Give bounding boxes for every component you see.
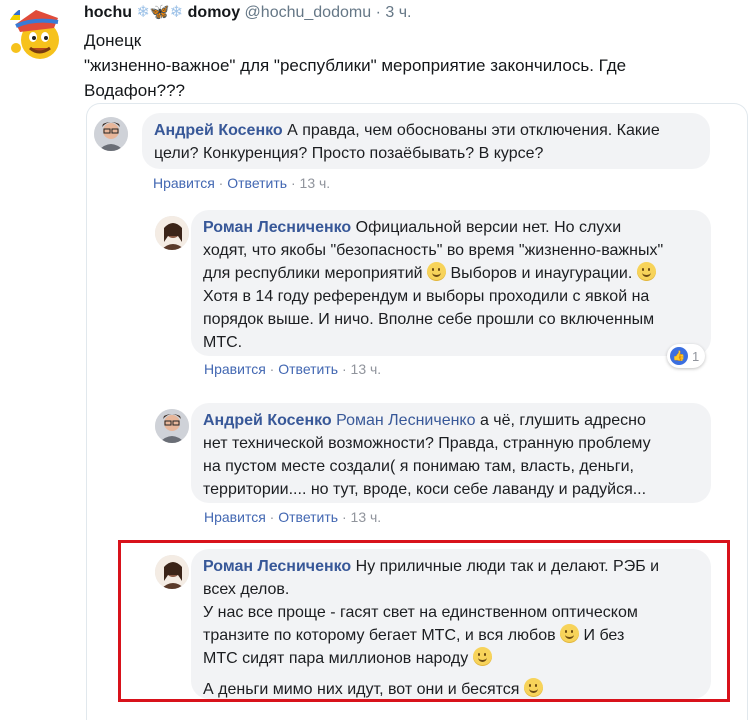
action-separator: ·: [269, 509, 275, 525]
tweet-header: hochu ❄🦋❄ domoy @hochu_dodomu · 3 ч.: [84, 3, 411, 23]
comment-text: МТС.: [203, 334, 243, 351]
like-link[interactable]: Нравится: [153, 175, 215, 191]
comment-bubble: Андрей Косенко А правда, чем обоснованы …: [142, 113, 710, 169]
comment-actions: Нравится · Ответить · 13 ч.: [204, 361, 381, 377]
comment-time[interactable]: 13 ч.: [300, 175, 331, 191]
comment-text: а чё, глушить адресно: [475, 412, 646, 429]
reaction-number: 1: [692, 348, 700, 364]
smile-emoji-icon: [636, 262, 656, 281]
comment-text: ходят, что якобы "безопасность" во время…: [203, 242, 664, 259]
comment-text: нет технической возможности? Правда, стр…: [203, 435, 651, 452]
action-separator: ·: [269, 361, 275, 377]
comment-text: для республики мероприятий: [203, 265, 428, 282]
comment-text: Хотя в 14 году референдум и выборы прохо…: [203, 288, 650, 305]
thumbs-up-icon: 👍: [670, 347, 688, 365]
person-avatar-icon: [155, 409, 189, 443]
reply-link[interactable]: Ответить: [278, 509, 338, 525]
snowflake-icon: ❄: [136, 4, 150, 21]
smiley-avatar-icon: [10, 10, 59, 59]
comment-actions: Нравится · Ответить · 13 ч.: [153, 175, 330, 191]
display-name[interactable]: hochu: [84, 4, 132, 21]
tweet-time[interactable]: 3 ч.: [385, 4, 411, 21]
smile-emoji-icon: [427, 262, 447, 281]
reply-link[interactable]: Ответить: [278, 361, 338, 377]
reply-link[interactable]: Ответить: [227, 175, 287, 191]
tweet-line: Водафон???: [84, 81, 185, 100]
comment-bubble: Андрей Косенко Роман Лесниченко а чё, гл…: [191, 403, 711, 503]
commenter-avatar[interactable]: [155, 216, 189, 250]
snowflake-icon: ❄: [169, 4, 184, 21]
comment-text: цели? Конкуренция? Просто позаёбывать? В…: [154, 145, 544, 162]
comment-time[interactable]: 13 ч.: [351, 509, 382, 525]
action-separator: ·: [218, 175, 224, 191]
action-separator: ·: [290, 175, 296, 191]
comment-text: на пустом месте создали( я понимаю там, …: [203, 458, 634, 475]
dot-separator: ·: [375, 4, 381, 21]
person-avatar-icon: [155, 216, 189, 250]
like-link[interactable]: Нравится: [204, 361, 266, 377]
action-separator: ·: [341, 361, 347, 377]
display-name-suffix[interactable]: domoy: [188, 4, 240, 21]
person-avatar-icon: [94, 117, 128, 151]
user-handle[interactable]: @hochu_dodomu: [245, 4, 372, 21]
action-separator: ·: [341, 509, 347, 525]
reaction-count[interactable]: 👍 1: [667, 344, 706, 368]
tweet-line: "жизненно-важное" для "республики" мероп…: [84, 56, 627, 75]
comment-text: Официальной версии нет. Но слухи: [351, 219, 622, 236]
mention-link[interactable]: Роман Лесниченко: [332, 412, 475, 429]
red-highlight-box: [118, 540, 730, 702]
user-avatar[interactable]: [6, 4, 68, 66]
butterfly-icon: 🦋: [149, 4, 170, 21]
tweet-line: Донецк: [84, 31, 142, 50]
comment-text: А правда, чем обоснованы эти отключения.…: [282, 122, 660, 139]
comment-author[interactable]: Андрей Косенко: [154, 122, 283, 139]
comment-author[interactable]: Роман Лесниченко: [203, 219, 351, 236]
comment-text: Выборов и инаугурации.: [446, 265, 637, 282]
comment-bubble: Роман Лесниченко Официальной версии нет.…: [191, 210, 711, 356]
comment-actions: Нравится · Ответить · 13 ч.: [204, 509, 381, 525]
commenter-avatar[interactable]: [94, 117, 128, 151]
comment-author[interactable]: Андрей Косенко: [203, 412, 332, 429]
like-link[interactable]: Нравится: [204, 509, 266, 525]
comment-text: территории.... но тут, вроде, коси себе …: [203, 481, 647, 498]
comment-time[interactable]: 13 ч.: [351, 361, 382, 377]
comment-text: порядок выше. И ничо. Вполне себе прошли…: [203, 311, 655, 328]
commenter-avatar[interactable]: [155, 409, 189, 443]
tweet-text: Донецк "жизненно-важное" для "республики…: [84, 28, 724, 103]
